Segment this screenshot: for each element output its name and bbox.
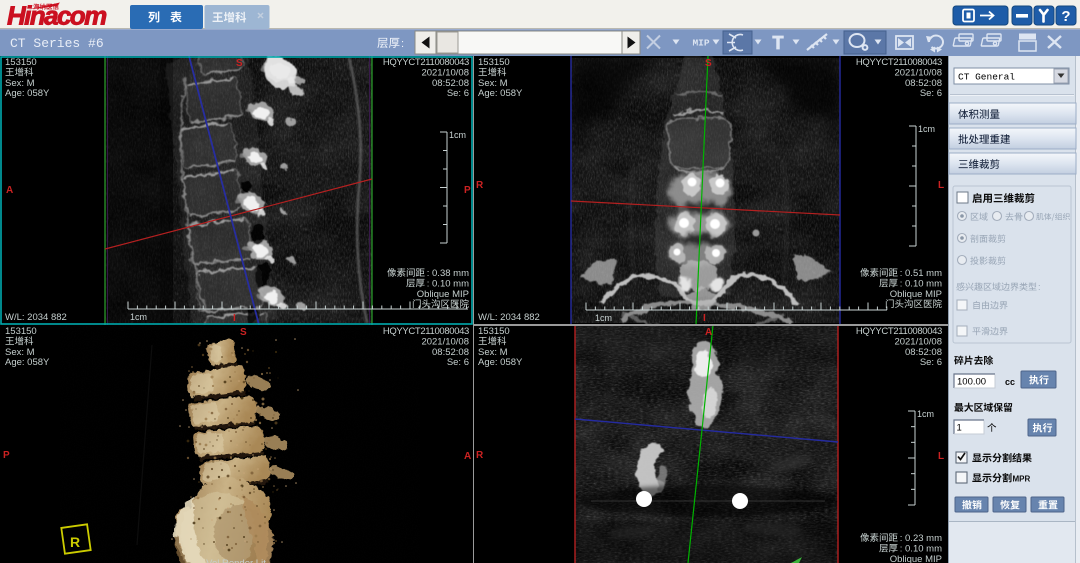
svg-text:1: 1 bbox=[957, 423, 962, 434]
svg-text:Sex: M: Sex: M bbox=[5, 347, 35, 358]
svg-text:Sex: M: Sex: M bbox=[478, 78, 508, 89]
svg-text:P: P bbox=[3, 450, 10, 461]
svg-text:HQYYCT2110080043: HQYYCT2110080043 bbox=[383, 326, 469, 337]
svg-text:: 0.10 mm: : 0.10 mm bbox=[427, 278, 469, 289]
svg-text:L: L bbox=[938, 180, 944, 191]
svg-text:2021/10/08: 2021/10/08 bbox=[421, 67, 469, 78]
svg-text:Age: 058Y: Age: 058Y bbox=[5, 357, 50, 368]
svg-text:I: I bbox=[703, 313, 706, 324]
svg-text:A: A bbox=[6, 185, 13, 196]
svg-text:Oblique MIP: Oblique MIP bbox=[890, 289, 942, 300]
svg-text:HQYYCT2110080043: HQYYCT2110080043 bbox=[856, 326, 942, 337]
svg-text:A: A bbox=[464, 451, 471, 462]
svg-text:08:52:08: 08:52:08 bbox=[905, 347, 942, 358]
svg-text:cc: cc bbox=[1005, 377, 1015, 387]
svg-text:2021/10/08: 2021/10/08 bbox=[894, 67, 942, 78]
svg-text:Vol Render Lit: Vol Render Lit bbox=[206, 558, 266, 563]
svg-text:A: A bbox=[705, 327, 712, 338]
svg-text:08:52:08: 08:52:08 bbox=[432, 78, 469, 89]
svg-text:Se: 6: Se: 6 bbox=[447, 88, 469, 99]
svg-text:Sex: M: Sex: M bbox=[478, 347, 508, 358]
svg-text:Se: 6: Se: 6 bbox=[920, 357, 942, 368]
svg-text:Sex: M: Sex: M bbox=[5, 78, 35, 89]
svg-text:08:52:08: 08:52:08 bbox=[905, 78, 942, 89]
svg-text:HQYYCT2110080043: HQYYCT2110080043 bbox=[383, 57, 469, 68]
svg-text:: 0.51 mm: : 0.51 mm bbox=[900, 268, 942, 279]
svg-text:: 0.23 mm: : 0.23 mm bbox=[900, 533, 942, 544]
svg-text::: : bbox=[1038, 282, 1041, 292]
svg-text:R: R bbox=[476, 180, 484, 191]
svg-text:S: S bbox=[240, 327, 247, 338]
svg-text:Age: 058Y: Age: 058Y bbox=[478, 88, 523, 99]
svg-text:2021/10/08: 2021/10/08 bbox=[421, 336, 469, 347]
svg-text:153150: 153150 bbox=[478, 57, 510, 68]
svg-text:153150: 153150 bbox=[5, 57, 37, 68]
svg-text:I: I bbox=[233, 313, 236, 324]
svg-text:Oblique MIP: Oblique MIP bbox=[417, 289, 469, 300]
svg-text:Oblique MIP: Oblique MIP bbox=[890, 554, 942, 563]
svg-text:?: ? bbox=[1061, 8, 1070, 25]
svg-text:2021/10/08: 2021/10/08 bbox=[894, 336, 942, 347]
svg-text:: 0.38 mm: : 0.38 mm bbox=[427, 268, 469, 279]
svg-text:T: T bbox=[773, 33, 784, 53]
svg-text:HQYYCT2110080043: HQYYCT2110080043 bbox=[856, 57, 942, 68]
svg-text:Age: 058Y: Age: 058Y bbox=[478, 357, 523, 368]
svg-text:P: P bbox=[464, 185, 471, 196]
svg-text:S: S bbox=[705, 58, 712, 69]
svg-text:1cm: 1cm bbox=[595, 313, 612, 323]
svg-text:1cm: 1cm bbox=[917, 409, 934, 419]
svg-text:CT General: CT General bbox=[958, 72, 1015, 83]
svg-text::: : bbox=[401, 38, 404, 50]
svg-text:: 0.10 mm: : 0.10 mm bbox=[900, 544, 942, 555]
svg-text:MIP: MIP bbox=[692, 38, 709, 49]
svg-text:Age: 058Y: Age: 058Y bbox=[5, 88, 50, 99]
svg-text:R: R bbox=[70, 534, 80, 550]
svg-text:153150: 153150 bbox=[5, 326, 37, 337]
svg-text:1cm: 1cm bbox=[449, 130, 466, 140]
svg-text:MPR: MPR bbox=[1013, 475, 1031, 484]
svg-text:100.00: 100.00 bbox=[957, 377, 986, 388]
svg-text:Se: 6: Se: 6 bbox=[447, 357, 469, 368]
svg-text:153150: 153150 bbox=[478, 326, 510, 337]
svg-text:08:52:08: 08:52:08 bbox=[432, 347, 469, 358]
svg-text:S: S bbox=[236, 58, 243, 69]
svg-text:CT Series #6: CT Series #6 bbox=[10, 36, 104, 51]
svg-text:Se: 6: Se: 6 bbox=[920, 88, 942, 99]
svg-text:W/L: 2034 882: W/L: 2034 882 bbox=[5, 312, 67, 323]
svg-text:1cm: 1cm bbox=[918, 124, 935, 134]
svg-text:: 0.10 mm: : 0.10 mm bbox=[900, 278, 942, 289]
svg-text:L: L bbox=[938, 451, 944, 462]
svg-text:1cm: 1cm bbox=[130, 312, 147, 322]
svg-text:W/L: 2034 882: W/L: 2034 882 bbox=[478, 312, 540, 323]
svg-text:R: R bbox=[476, 450, 484, 461]
